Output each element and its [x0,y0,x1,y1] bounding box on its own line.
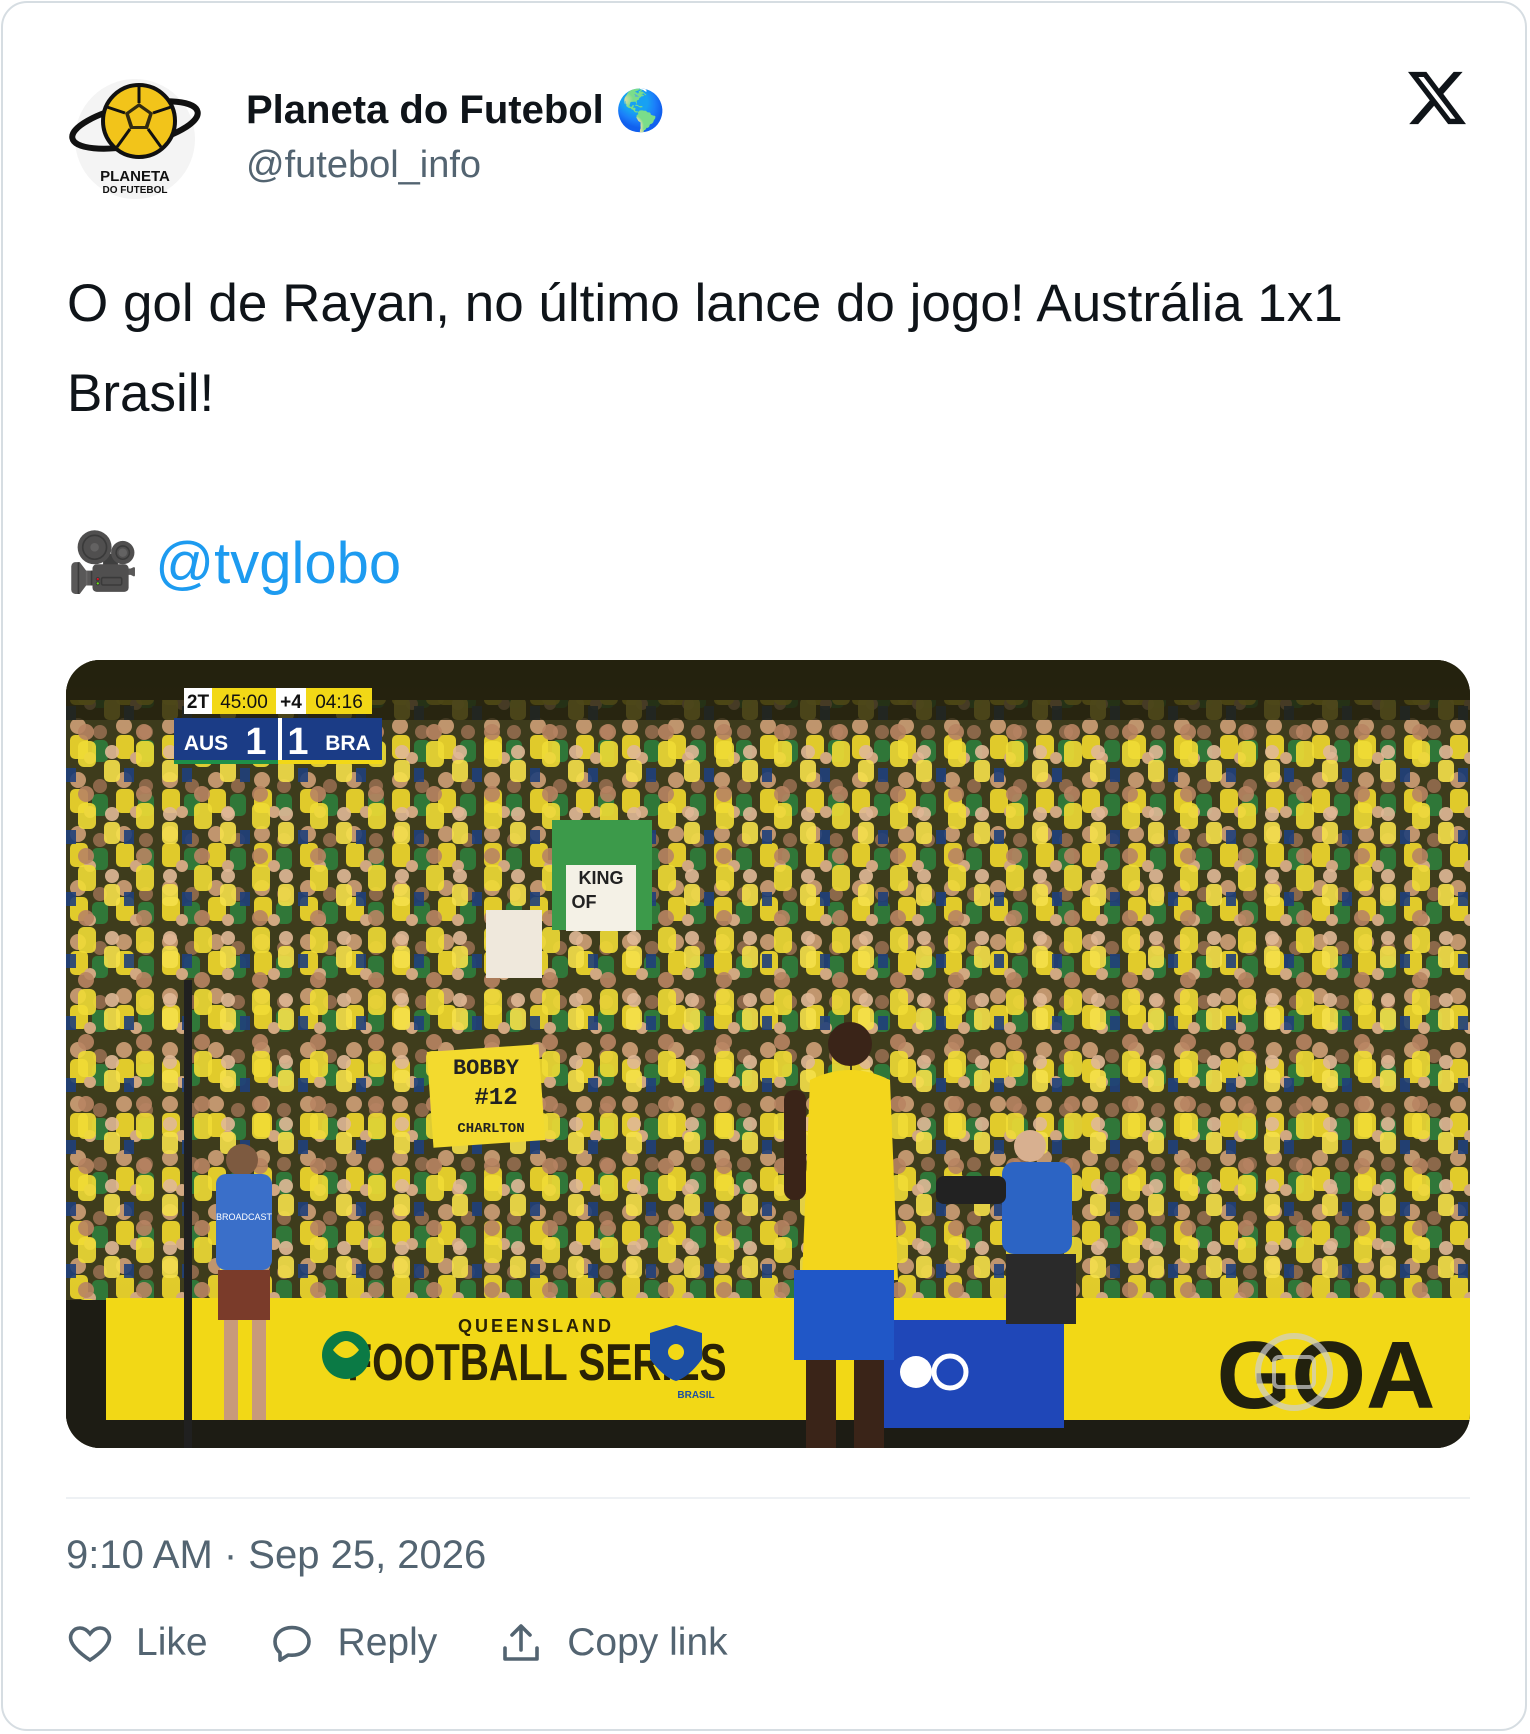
score-added: +4 [280,692,302,713]
upload-share-icon [503,1624,540,1661]
sign-bobby-line3: CHARLTON [457,1121,524,1137]
tweet-text: O gol de Rayan, no último lance do jogo!… [67,274,1343,423]
score-clock: 45:00 [220,692,268,713]
tweet-card: PLANETA DO FUTEBOL Planeta do Futebol 🌎 … [1,1,1527,1731]
credit-line: 🎥 @tvglobo [67,529,401,597]
post-timestamp[interactable]: 9:10 AM · Sep 25, 2026 [66,1533,486,1578]
mention-link[interactable]: @tvglobo [155,530,401,597]
x-logo-icon[interactable] [1408,69,1466,127]
reply-label: Reply [337,1621,438,1664]
heart-icon [68,1626,112,1663]
banner-goal: GOA [1217,1322,1436,1429]
sign-bobby-line2: #12 [474,1085,517,1112]
video-frame: KING OF BOBBY #12 CHARLTON QUEENSLAND FO… [66,660,1470,1448]
score-home-team: AUS [184,732,228,755]
copy-link-button[interactable]: Copy link [497,1619,728,1667]
video-media[interactable]: KING OF BOBBY #12 CHARLTON QUEENSLAND FO… [66,660,1470,1448]
video-camera-icon: 🎥 [67,530,140,595]
action-bar: Like Reply Copy link [66,1619,728,1667]
score-extra-time: 04:16 [315,692,363,713]
like-label: Like [136,1621,208,1664]
copy-link-label: Copy link [567,1621,728,1664]
sign-bobby-line1: BOBBY [453,1056,520,1081]
reply-bubble-icon [272,1625,311,1662]
divider [66,1497,1470,1499]
avatar-text-2: DO FUTEBOL [103,185,168,196]
scoreboard: 2T 45:00 +4 04:16 AUS 1 1 BRA [174,688,382,764]
avatar-text-1: PLANETA [100,168,170,185]
score-period: 2T [187,692,210,713]
author-name[interactable]: Planeta do Futebol [246,88,604,133]
sign-king-line2: OF [572,892,597,912]
score-away: 1 [287,721,308,763]
sign-king-line1: KING [579,868,624,888]
globe-icon: 🌎 [615,89,666,133]
avatar[interactable]: PLANETA DO FUTEBOL [65,77,205,201]
banner-brasil: BRASIL [677,1390,714,1401]
score-away-team: BRA [325,732,371,755]
author-handle[interactable]: @futebol_info [246,144,481,187]
vest-text: BROADCAST [216,1212,273,1222]
reply-button[interactable]: Reply [268,1619,438,1667]
score-home: 1 [245,721,266,763]
like-button[interactable]: Like [66,1619,208,1667]
author-name-row[interactable]: Planeta do Futebol 🌎 [246,87,666,134]
